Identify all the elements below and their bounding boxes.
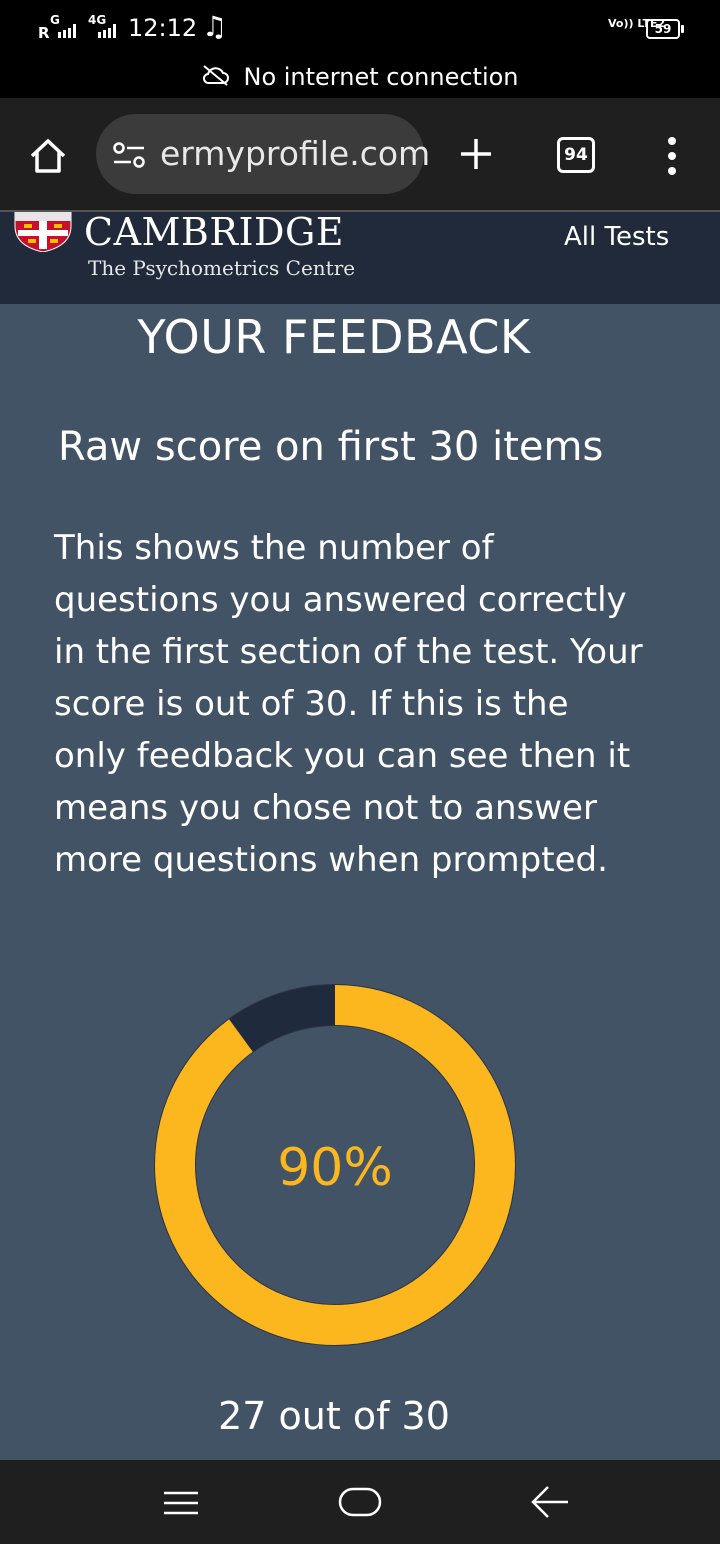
signal-icon: R G — [38, 13, 76, 42]
brand-title[interactable]: CAMBRIDGE — [84, 210, 344, 254]
page-title: YOUR FEEDBACK — [137, 310, 531, 364]
new-tab-icon[interactable] — [458, 136, 494, 172]
home-icon[interactable] — [28, 136, 68, 176]
cambridge-shield-icon[interactable] — [14, 212, 72, 252]
cloud-off-icon — [203, 65, 230, 86]
music-note-icon: ♫ — [202, 10, 228, 43]
all-tests-link[interactable]: All Tests — [564, 222, 669, 252]
back-arrow-icon[interactable] — [530, 1484, 570, 1520]
network-status: No internet connection — [0, 62, 720, 96]
score-percent: 90% — [277, 1138, 393, 1198]
section-title: Raw score on first 30 items — [58, 424, 604, 470]
brand-subtitle: The Psychometrics Centre — [88, 256, 356, 280]
battery-icon: 59 — [646, 19, 684, 39]
carrier-1-net: G — [50, 13, 60, 27]
signal-icon: 4G — [88, 13, 116, 38]
system-home-icon[interactable] — [338, 1486, 382, 1518]
recent-apps-icon[interactable] — [162, 1488, 200, 1518]
carrier-1-label: R — [38, 24, 50, 42]
network-message: No internet connection — [243, 63, 519, 91]
site-settings-icon[interactable] — [112, 140, 146, 170]
score-description: This shows the number of questions you a… — [54, 528, 643, 880]
tab-switcher-button[interactable]: 94 — [557, 137, 595, 173]
carrier-2-net: 4G — [88, 13, 106, 27]
status-time: 12:12 — [128, 14, 198, 42]
score-summary: 27 out of 30 — [218, 1394, 450, 1438]
url-text[interactable]: ermyprofile.com — [160, 134, 430, 173]
more-options-icon[interactable] — [662, 136, 682, 176]
